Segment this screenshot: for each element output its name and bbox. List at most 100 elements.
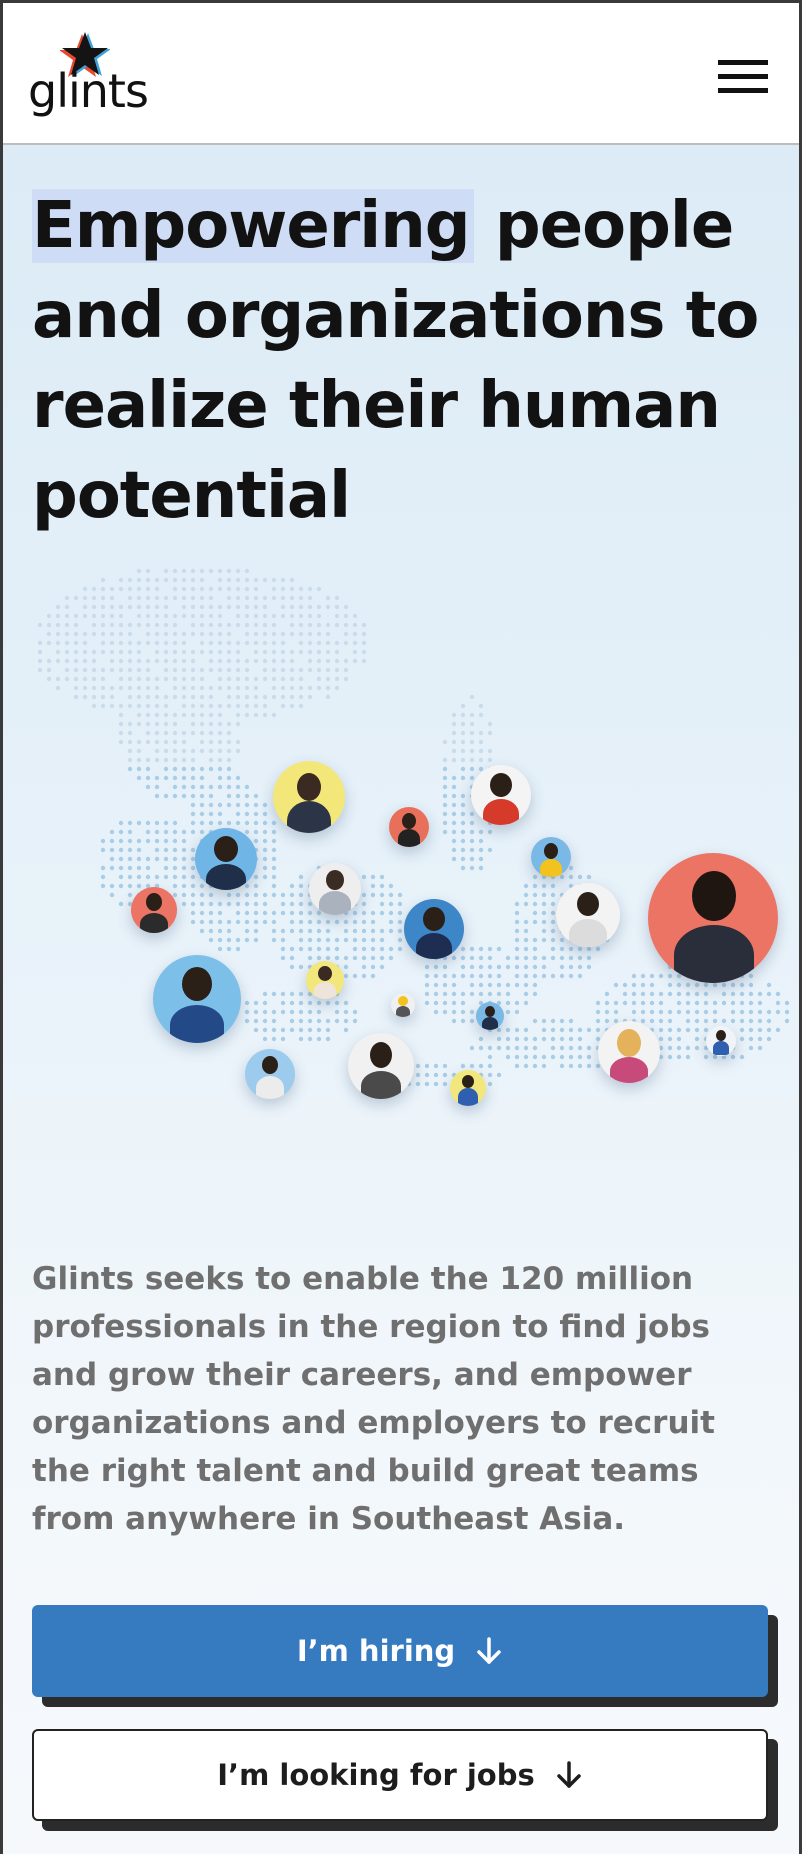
map-dot (460, 757, 466, 763)
map-dot (271, 883, 277, 889)
map-dot (226, 820, 232, 826)
map-dot (676, 1009, 682, 1015)
map-dot (235, 919, 241, 925)
map-dot (694, 991, 700, 997)
map-dot (523, 937, 529, 943)
map-dot (181, 901, 187, 907)
map-dot (757, 1009, 763, 1015)
map-dot (478, 739, 484, 745)
map-dot (163, 748, 169, 754)
glints-logo[interactable]: glints (28, 30, 149, 120)
map-dot (208, 766, 214, 772)
map-dot (199, 883, 205, 889)
map-dot (325, 595, 331, 601)
map-dot (190, 703, 196, 709)
map-dot (685, 991, 691, 997)
map-dot (577, 874, 583, 880)
map-dot (100, 631, 106, 637)
map-dot (235, 946, 241, 952)
map-dot (487, 946, 493, 952)
map-dot (685, 1000, 691, 1006)
map-dot (289, 703, 295, 709)
map-dot (280, 1000, 286, 1006)
map-dot (253, 1018, 259, 1024)
map-dot (127, 838, 133, 844)
map-dot (226, 694, 232, 700)
im-hiring-button[interactable]: I’m hiring (32, 1605, 768, 1697)
map-dot (235, 595, 241, 601)
map-dot (118, 667, 124, 673)
map-dot (244, 568, 250, 574)
map-dot (334, 595, 340, 601)
map-dot (145, 676, 151, 682)
map-dot (685, 1054, 691, 1060)
map-dot (487, 829, 493, 835)
map-dot (262, 577, 268, 583)
map-dot (514, 1027, 520, 1033)
map-dot (604, 1018, 610, 1024)
map-dot (541, 964, 547, 970)
hero-headline: Empowering people and organizations to r… (32, 181, 782, 541)
map-dot (190, 793, 196, 799)
map-dot (487, 991, 493, 997)
map-dot (154, 586, 160, 592)
map-dot (127, 685, 133, 691)
map-dot (442, 1072, 448, 1078)
map-dot (334, 658, 340, 664)
map-dot (244, 901, 250, 907)
map-dot (172, 685, 178, 691)
map-dot (217, 928, 223, 934)
map-dot (127, 667, 133, 673)
map-dot (469, 973, 475, 979)
map-dot (478, 1063, 484, 1069)
map-dot (748, 1045, 754, 1051)
map-dot (235, 613, 241, 619)
map-dot (253, 802, 259, 808)
map-dot (91, 658, 97, 664)
map-dot (136, 667, 142, 673)
map-dot (424, 1072, 430, 1078)
map-dot (127, 640, 133, 646)
map-dot (199, 703, 205, 709)
site-header: glints (0, 0, 802, 145)
map-dot (181, 658, 187, 664)
map-dot (712, 1000, 718, 1006)
map-dot (388, 946, 394, 952)
hamburger-menu-icon[interactable] (718, 60, 772, 100)
map-dot (262, 865, 268, 871)
map-dot (253, 676, 259, 682)
map-dot (397, 892, 403, 898)
map-dot (694, 1018, 700, 1024)
map-dot (190, 613, 196, 619)
map-dot (361, 640, 367, 646)
map-dot (523, 928, 529, 934)
map-dot (190, 712, 196, 718)
looking-for-jobs-button[interactable]: I’m looking for jobs (32, 1729, 768, 1821)
map-dot (136, 649, 142, 655)
map-dot (208, 739, 214, 745)
map-dot (145, 874, 151, 880)
map-dot (163, 595, 169, 601)
map-dot (541, 1027, 547, 1033)
avatar-photo (153, 955, 241, 1043)
map-dot (190, 667, 196, 673)
map-dot (73, 595, 79, 601)
map-dot (253, 577, 259, 583)
map-dot (145, 604, 151, 610)
map-dot (433, 1063, 439, 1069)
map-dot (190, 811, 196, 817)
map-dot (397, 937, 403, 943)
map-dot (208, 712, 214, 718)
map-dot (226, 928, 232, 934)
map-dot (559, 1018, 565, 1024)
map-dot (343, 640, 349, 646)
map-dot (532, 1063, 538, 1069)
map-dot (370, 883, 376, 889)
map-dot (640, 991, 646, 997)
map-dot (163, 847, 169, 853)
map-dot (208, 928, 214, 934)
map-dot (163, 820, 169, 826)
map-dot (289, 955, 295, 961)
map-dot (712, 1018, 718, 1024)
map-dot (541, 1036, 547, 1042)
